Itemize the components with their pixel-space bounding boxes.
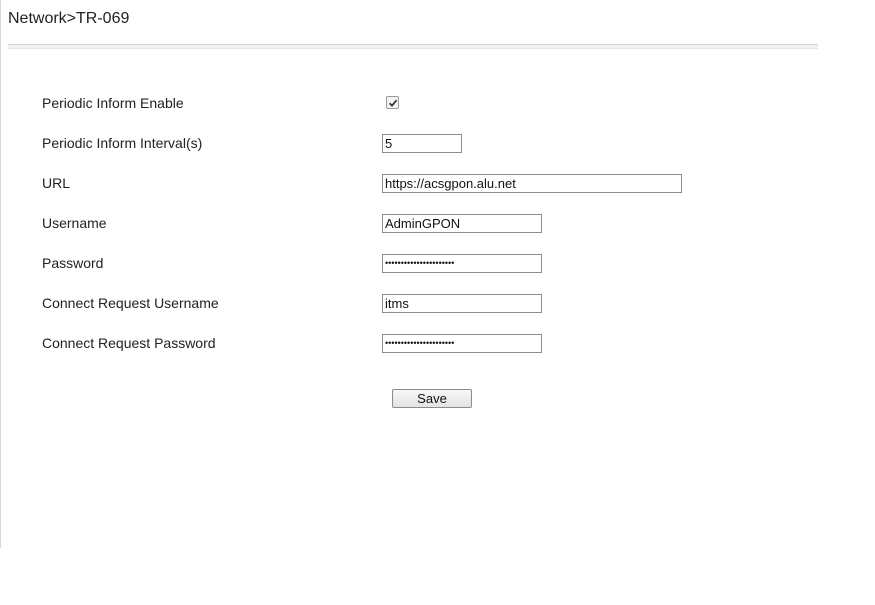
username-label: Username: [42, 215, 107, 231]
row-username: Username AdminGPON: [42, 214, 742, 236]
username-input[interactable]: AdminGPON: [382, 214, 542, 233]
connect-request-password-label: Connect Request Password: [42, 335, 216, 351]
periodic-inform-enable-checkbox[interactable]: [386, 96, 399, 109]
content-frame: Network>TR-069 Periodic Inform Enable Pe…: [0, 0, 875, 548]
row-password: Password ••••••••••••••••••••••: [42, 254, 742, 276]
row-connect-request-password: Connect Request Password •••••••••••••••…: [42, 334, 742, 356]
password-input[interactable]: ••••••••••••••••••••••: [382, 254, 542, 273]
row-url: URL https://acsgpon.alu.net: [42, 174, 742, 196]
connect-request-username-label: Connect Request Username: [42, 295, 219, 311]
periodic-inform-interval-label: Periodic Inform Interval(s): [42, 135, 203, 151]
password-label: Password: [42, 255, 104, 271]
save-button[interactable]: Save: [392, 389, 472, 408]
url-input[interactable]: https://acsgpon.alu.net: [382, 174, 682, 193]
periodic-inform-interval-input[interactable]: 5: [382, 134, 462, 153]
check-icon: [388, 99, 398, 107]
url-label: URL: [42, 175, 71, 191]
row-connect-request-username: Connect Request Username itms: [42, 294, 742, 316]
header-divider: [8, 44, 818, 49]
connect-request-password-input[interactable]: ••••••••••••••••••••••: [382, 334, 542, 353]
row-periodic-inform-interval: Periodic Inform Interval(s) 5: [42, 134, 742, 156]
breadcrumb: Network>TR-069: [8, 10, 130, 27]
row-periodic-inform-enable: Periodic Inform Enable: [42, 94, 742, 116]
periodic-inform-enable-label: Periodic Inform Enable: [42, 95, 184, 111]
connect-request-username-input[interactable]: itms: [382, 294, 542, 313]
